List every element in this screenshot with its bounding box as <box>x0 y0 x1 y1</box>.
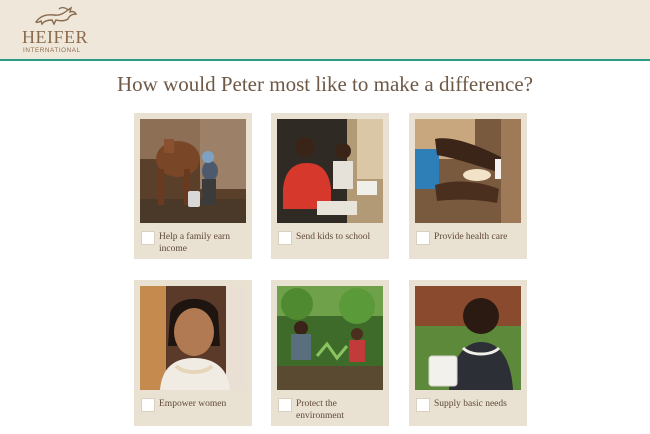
schoolchildren-photo <box>277 119 383 223</box>
options-grid: Help a family earn income Send kids to s… <box>0 0 650 434</box>
option-checkbox[interactable] <box>416 231 430 245</box>
option-label: Provide health care <box>434 232 508 242</box>
child-with-cup-photo <box>415 286 521 390</box>
option-checkbox[interactable] <box>141 231 155 245</box>
woman-portrait-photo <box>140 286 246 390</box>
option-label: Protect the environment <box>296 399 345 421</box>
option-card-protect-environment[interactable]: Protect the environment <box>271 280 389 426</box>
planting-garden-photo <box>277 286 383 390</box>
cow-milking-photo <box>140 119 246 223</box>
option-label: Help a family earn income <box>159 232 230 254</box>
option-label: Send kids to school <box>296 232 371 242</box>
option-card-provide-health-care[interactable]: Provide health care <box>409 113 527 259</box>
option-label: Empower women <box>159 399 227 409</box>
option-checkbox[interactable] <box>278 398 292 412</box>
option-checkbox[interactable] <box>416 398 430 412</box>
option-card-help-family[interactable]: Help a family earn income <box>134 113 252 259</box>
option-checkbox[interactable] <box>141 398 155 412</box>
option-card-supply-basic-needs[interactable]: Supply basic needs <box>409 280 527 426</box>
option-checkbox[interactable] <box>278 231 292 245</box>
option-card-send-kids-school[interactable]: Send kids to school <box>271 113 389 259</box>
option-card-empower-women[interactable]: Empower women <box>134 280 252 426</box>
health-care-hands-photo <box>415 119 521 223</box>
option-label: Supply basic needs <box>434 399 507 409</box>
